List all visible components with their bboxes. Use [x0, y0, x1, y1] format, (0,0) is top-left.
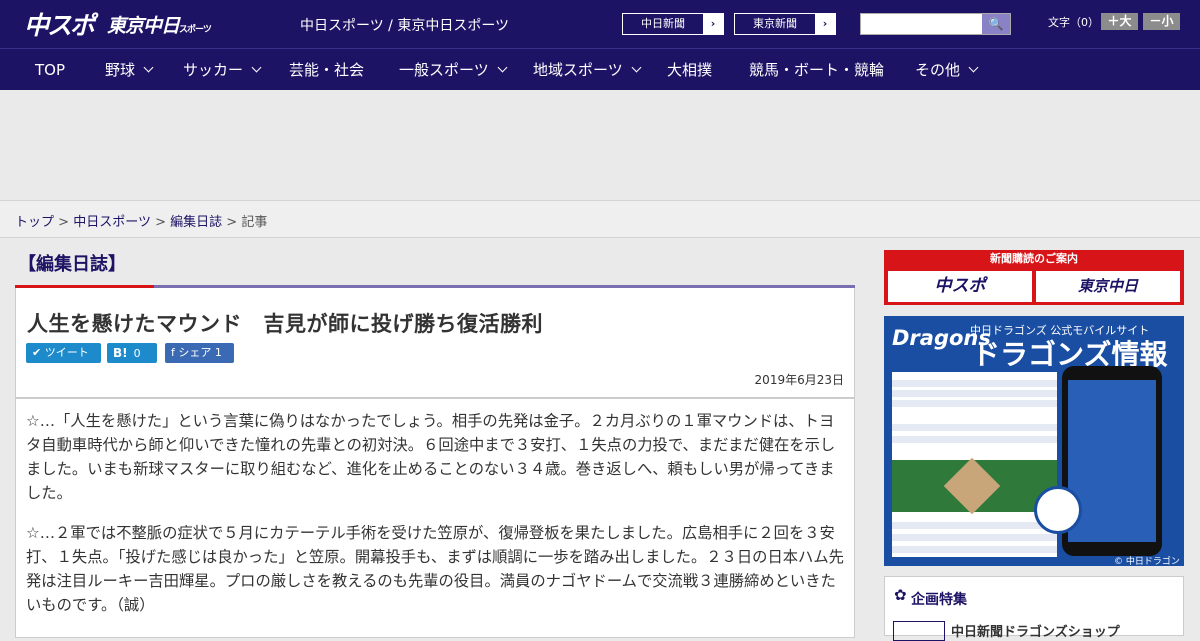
article-paragraph: ☆…２軍では不整脈の症状で５月にカテーテル手術を受けた笠原が、復帰登板を果たしま…: [26, 524, 844, 614]
tweet-button[interactable]: ✔ ツイート: [26, 343, 101, 363]
article-header: 人生を懸けたマウンド 吉見が師に投げ勝ち復活勝利 ✔ ツイート B! 0 f シェ…: [15, 288, 855, 398]
chevron-down-icon: [251, 62, 262, 73]
twitter-icon: ✔: [32, 346, 42, 359]
article-paragraph: ☆…「人生を懸けた」という言葉に偽りはなかったでしょう。相手の先発は金子。２カ月…: [26, 412, 836, 502]
feature-box: ✿ 企画特集 中日新聞ドラゴンズショップ: [884, 576, 1184, 641]
chevron-right-icon: ›: [815, 14, 835, 34]
feature-title: 企画特集: [911, 592, 967, 608]
baseball-field-image: [892, 457, 1057, 515]
chevron-down-icon: [497, 62, 508, 73]
hatena-bookmark-button[interactable]: B! 0: [107, 343, 157, 363]
logo-tokyo-chunichi: 東京中日スポーツ: [107, 14, 212, 37]
nav-item-racing[interactable]: 競馬・ボート・競輪: [749, 49, 884, 91]
hatena-count: 0: [133, 347, 141, 360]
nav-item-baseball[interactable]: 野球: [105, 49, 154, 91]
subscription-banner[interactable]: 新聞購読のご案内 中スポ 東京中日: [884, 250, 1184, 305]
section-title: 【編集日誌】: [18, 254, 126, 275]
article-title: 人生を懸けたマウンド 吉見が師に投げ勝ち復活勝利: [27, 312, 543, 336]
hatena-icon: B!: [113, 346, 128, 360]
nav-item-other[interactable]: その他: [915, 49, 979, 91]
tokyo-shimbun-link[interactable]: 東京新聞 ›: [734, 13, 836, 35]
breadcrumb-top[interactable]: トップ: [15, 215, 54, 230]
mascot-image: [1034, 486, 1082, 534]
nav-item-top[interactable]: TOP: [35, 49, 65, 91]
nav-item-general-sports[interactable]: 一般スポーツ: [399, 49, 508, 91]
chevron-down-icon: [968, 62, 979, 73]
facebook-count: 1: [214, 346, 222, 359]
chunichi-shimbun-link[interactable]: 中日新聞 ›: [622, 13, 724, 35]
feature-item-link[interactable]: 中日新聞ドラゴンズショップ: [951, 621, 1120, 640]
breadcrumb: トップ > 中日スポーツ > 編集日誌 > 記事: [0, 200, 1200, 238]
subscribe-tokyo-chunichi-link[interactable]: 東京中日: [1036, 271, 1180, 302]
smartphone-image: [1062, 366, 1162, 556]
ribbon-icon: ✿: [894, 586, 907, 604]
breadcrumb-chuspo[interactable]: 中日スポーツ: [73, 215, 151, 230]
font-smaller-button[interactable]: －小: [1143, 13, 1180, 30]
scoreboard-image: [892, 372, 1057, 557]
search-icon: 🔍: [988, 17, 1004, 31]
chevron-right-icon: ›: [703, 14, 723, 34]
site-logo[interactable]: 中スポ 東京中日スポーツ: [24, 9, 212, 40]
main-nav: TOP 野球 サッカー 芸能・社会 一般スポーツ 地域スポーツ 大相撲 競馬・ボ…: [0, 48, 1200, 90]
article-date: 2019年6月23日: [754, 373, 844, 387]
nav-item-local-sports[interactable]: 地域スポーツ: [533, 49, 642, 91]
dragons-mobile-ad[interactable]: Dragons 中日ドラゴンズ 公式モバイルサイト ドラゴンズ情報 © 中日ドラ…: [884, 316, 1184, 566]
nav-item-sumo[interactable]: 大相撲: [667, 49, 712, 91]
ad-banner-area: [0, 90, 1200, 200]
logo-chuspo: 中スポ: [24, 11, 95, 40]
font-bigger-button[interactable]: ＋大: [1101, 13, 1138, 30]
font-size-label: 文字（0）: [1048, 16, 1099, 29]
chevron-down-icon: [143, 62, 154, 73]
nav-item-entertainment[interactable]: 芸能・社会: [289, 49, 364, 91]
facebook-share-button[interactable]: f シェア 1: [165, 343, 234, 363]
search-input[interactable]: 🔍: [860, 13, 1011, 35]
article-body: ☆…「人生を懸けた」という言葉に偽りはなかったでしょう。相手の先発は金子。２カ月…: [15, 398, 855, 638]
feature-thumbnail[interactable]: [893, 621, 945, 641]
breadcrumb-current: 記事: [241, 215, 268, 230]
nav-item-soccer[interactable]: サッカー: [183, 49, 262, 91]
search-button[interactable]: 🔍: [982, 14, 1010, 34]
chevron-down-icon: [631, 62, 642, 73]
facebook-icon: f: [171, 346, 175, 359]
subscribe-chuspo-link[interactable]: 中スポ: [888, 271, 1032, 302]
dragons-copyright: © 中日ドラゴンズ: [1114, 557, 1180, 566]
top-header: 中スポ 東京中日スポーツ 中日スポーツ / 東京中日スポーツ 中日新聞 › 東京…: [0, 0, 1200, 48]
site-title: 中日スポーツ / 東京中日スポーツ: [300, 18, 510, 34]
breadcrumb-editorial[interactable]: 編集日誌: [170, 215, 222, 230]
subscription-heading: 新聞購読のご案内: [990, 252, 1078, 265]
